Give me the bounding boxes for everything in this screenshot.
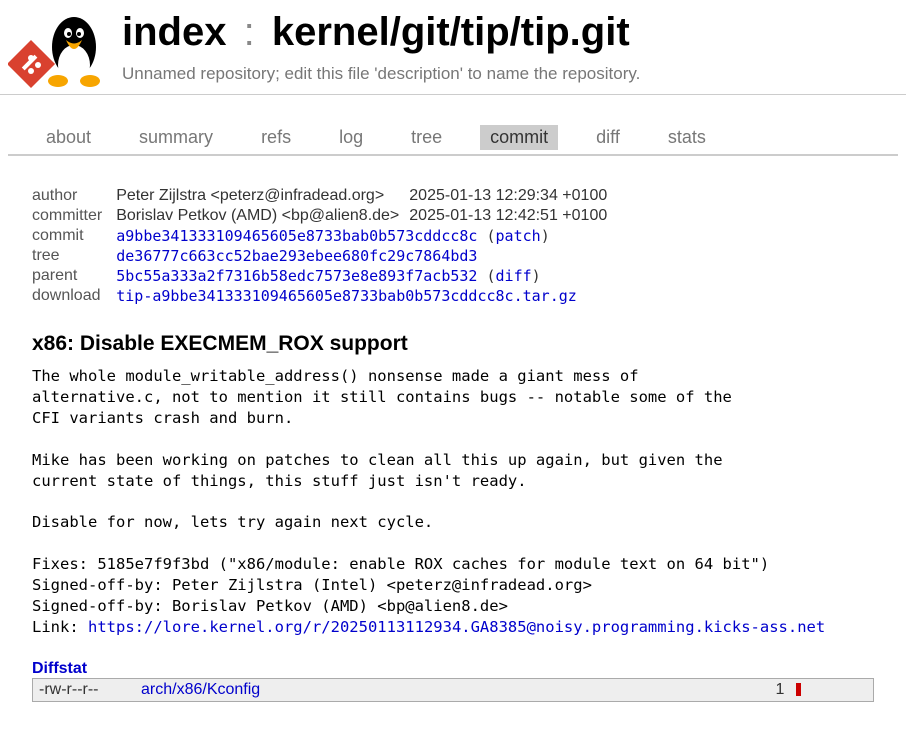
content-area: author Peter Zijlstra <peterz@infradead.… (0, 156, 906, 712)
author-label: author (32, 186, 116, 206)
paren-close2: ) (532, 267, 541, 285)
download-label: download (32, 286, 116, 306)
author-date: 2025-01-13 12:29:34 +0100 (409, 186, 617, 206)
commit-message-body: The whole module_writable_address() nons… (32, 367, 769, 636)
repo-link[interactable]: kernel/git/tip/tip.git (272, 10, 630, 54)
paren-close: ) (541, 227, 550, 245)
index-link[interactable]: index (122, 10, 226, 54)
site-logo[interactable] (8, 13, 104, 91)
committer-date: 2025-01-13 12:42:51 +0100 (409, 206, 617, 226)
diffstat-file-link[interactable]: arch/x86/Kconfig (141, 681, 260, 698)
tab-tree[interactable]: tree (401, 125, 452, 150)
file-mode: -rw-r--r-- (33, 678, 136, 701)
commit-message: The whole module_writable_address() nons… (32, 366, 874, 638)
diffstat-link[interactable]: Diffstat (32, 660, 87, 677)
repo-description: Unnamed repository; edit this file 'desc… (122, 64, 898, 84)
diffstat-deletion-bar (796, 683, 801, 696)
page-header: index : kernel/git/tip/tip.git Unnamed r… (0, 0, 906, 95)
tab-stats[interactable]: stats (658, 125, 716, 150)
tree-label: tree (32, 246, 116, 266)
tab-bar: about summary refs log tree commit diff … (8, 119, 898, 156)
commit-message-link[interactable]: https://lore.kernel.org/r/20250113112934… (88, 618, 825, 636)
tab-refs[interactable]: refs (251, 125, 301, 150)
commit-label: commit (32, 226, 116, 246)
title-line: index : kernel/git/tip/tip.git (122, 10, 898, 54)
diffstat-heading: Diffstat (32, 660, 874, 678)
diffstat-table: -rw-r--r-- arch/x86/Kconfig 1 (32, 678, 874, 702)
paren-open: ( (487, 227, 496, 245)
patch-link[interactable]: patch (496, 227, 541, 245)
committer-label: committer (32, 206, 116, 226)
commit-sha-link[interactable]: a9bbe341333109465605e8733bab0b573cddcc8c (116, 227, 477, 245)
author-value: Peter Zijlstra <peterz@infradead.org> (116, 186, 409, 206)
parent-sha-link[interactable]: 5bc55a333a2f7316b58edc7573e8e893f7acb532 (116, 267, 477, 285)
download-link[interactable]: tip-a9bbe341333109465605e8733bab0b573cdd… (116, 287, 577, 305)
diffstat-row: -rw-r--r-- arch/x86/Kconfig 1 (33, 678, 874, 701)
paren-open2: ( (487, 267, 496, 285)
diff-link[interactable]: diff (496, 267, 532, 285)
tab-log[interactable]: log (329, 125, 373, 150)
commit-subject: x86: Disable EXECMEM_ROX support (32, 332, 874, 356)
tab-commit[interactable]: commit (480, 125, 558, 150)
tree-sha-link[interactable]: de36777c663cc52bae293ebee680fc29c7864bd3 (116, 247, 477, 265)
tab-about[interactable]: about (36, 125, 101, 150)
parent-label: parent (32, 266, 116, 286)
commit-info-table: author Peter Zijlstra <peterz@infradead.… (32, 186, 617, 306)
committer-value: Borislav Petkov (AMD) <bp@alien8.de> (116, 206, 409, 226)
tab-diff[interactable]: diff (586, 125, 630, 150)
diffstat-total: 1 (758, 678, 790, 701)
title-separator: : (244, 10, 255, 54)
tab-summary[interactable]: summary (129, 125, 223, 150)
